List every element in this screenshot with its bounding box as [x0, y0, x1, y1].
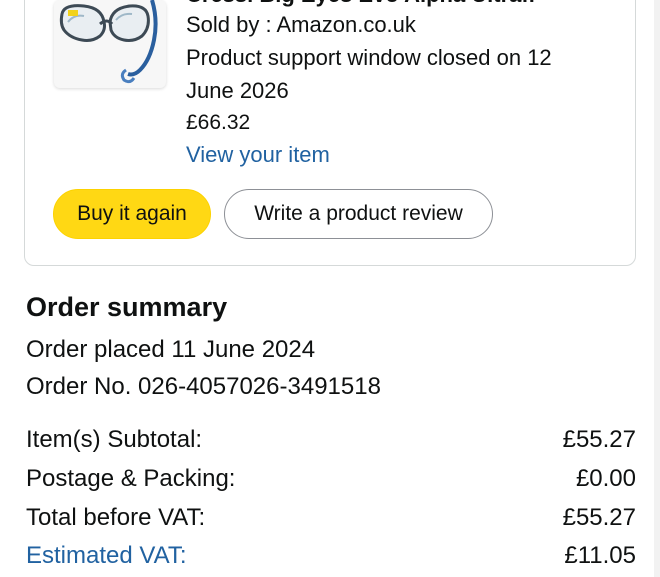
postage-row: Postage & Packing: £0.00: [26, 465, 636, 493]
scroll-edge: [654, 0, 660, 577]
subtotal-label: Item(s) Subtotal:: [26, 426, 203, 453]
total-before-vat-value: £55.27: [562, 504, 636, 531]
total-before-vat-label: Total before VAT:: [26, 504, 206, 531]
subtotal-value: £55.27: [562, 426, 636, 453]
total-before-vat-row: Total before VAT: £55.27: [26, 504, 636, 532]
buy-again-button[interactable]: Buy it again: [53, 189, 211, 239]
postage-value: £0.00: [575, 465, 636, 492]
order-summary-title: Order summary: [26, 292, 228, 322]
write-review-button[interactable]: Write a product review: [224, 189, 493, 239]
order-number: Order No. 026-4057026-3491518: [26, 373, 381, 400]
estimated-vat-value: £11.05: [564, 542, 636, 569]
product-title[interactable]: Cressi Big Eyes Evo Alpha Ultrafl: [186, 0, 535, 8]
postage-label: Postage & Packing:: [26, 465, 236, 492]
support-window-line2: June 2026: [186, 78, 289, 103]
view-item-link[interactable]: View your item: [186, 142, 330, 168]
order-placed-date: Order placed 11 June 2024: [26, 336, 316, 363]
sold-by: Sold by : Amazon.co.uk: [186, 12, 416, 37]
support-window-line1: Product support window closed on 12: [186, 45, 552, 70]
product-image[interactable]: [54, 0, 166, 88]
item-price: £66.32: [186, 111, 251, 134]
estimated-vat-row: Estimated VAT: £11.05: [26, 542, 636, 570]
subtotal-row: Item(s) Subtotal: £55.27: [26, 426, 636, 454]
estimated-vat-link[interactable]: Estimated VAT:: [26, 542, 187, 570]
snorkel-mask-icon: [59, 0, 158, 84]
